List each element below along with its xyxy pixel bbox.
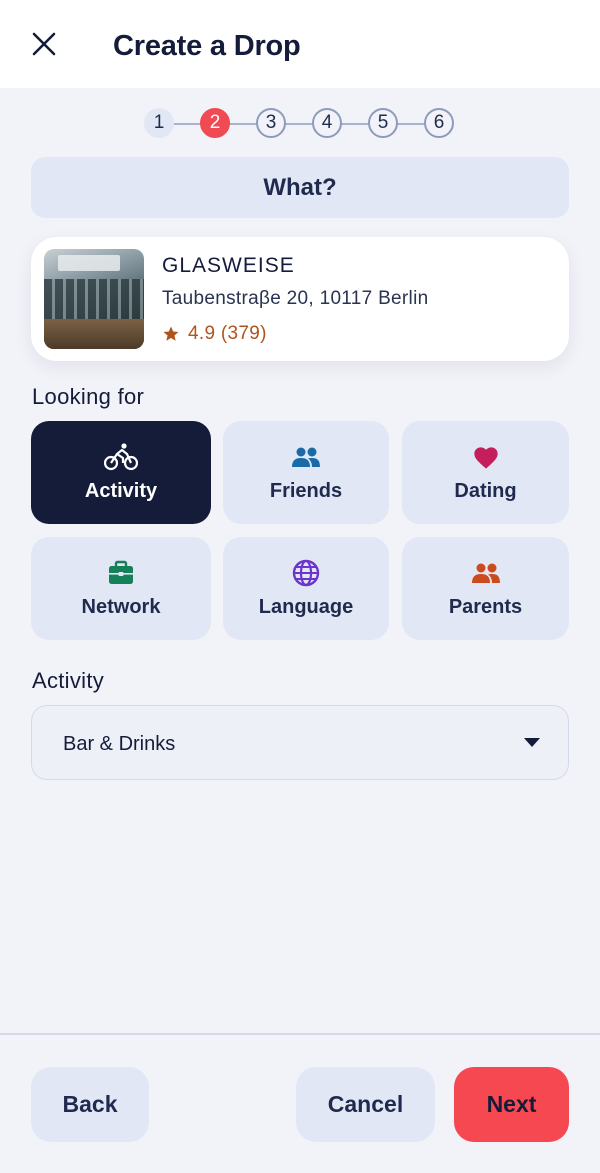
option-friends[interactable]: Friends: [223, 421, 389, 524]
footer-divider: [0, 1033, 600, 1035]
option-parents[interactable]: Parents: [402, 537, 569, 640]
place-card[interactable]: GLASWEISE Taubenstraβe 20, 10117 Berlin …: [31, 237, 569, 361]
section-title: What?: [31, 157, 569, 218]
family-icon: [471, 563, 500, 583]
option-network-label: Network: [81, 596, 161, 618]
star-icon: [163, 326, 179, 341]
step-indicator: 1 2 3 4 5 6: [144, 108, 458, 140]
step-4: 4: [312, 108, 342, 138]
option-dating-label: Dating: [454, 480, 517, 502]
option-friends-label: Friends: [269, 480, 343, 502]
place-address: Taubenstraβe 20, 10117 Berlin: [162, 288, 429, 309]
place-name: GLASWEISE: [162, 254, 295, 277]
bicycle-icon: [104, 443, 138, 471]
close-icon: [32, 32, 56, 56]
rating-value: 4.9 (379): [188, 323, 267, 344]
activity-label: Activity: [32, 668, 105, 693]
briefcase-icon: [109, 560, 133, 584]
step-5: 5: [368, 108, 398, 138]
back-button[interactable]: Back: [31, 1067, 149, 1142]
step-3: 3: [256, 108, 286, 138]
activity-select-value: Bar & Drinks: [63, 733, 176, 755]
option-activity[interactable]: Activity: [31, 421, 211, 524]
looking-for-label: Looking for: [32, 384, 145, 409]
step-2-current: 2: [200, 108, 230, 138]
app-bar: Create a Drop: [0, 0, 600, 88]
step-6: 6: [424, 108, 454, 138]
option-network[interactable]: Network: [31, 537, 211, 640]
place-rating: 4.9 (379): [162, 323, 267, 345]
option-language[interactable]: Language: [223, 537, 389, 640]
page-title: Create a Drop: [113, 30, 301, 62]
option-parents-label: Parents: [448, 596, 523, 618]
cancel-button[interactable]: Cancel: [296, 1067, 435, 1142]
option-language-label: Language: [258, 596, 354, 618]
step-1: 1: [144, 108, 174, 138]
option-dating[interactable]: Dating: [402, 421, 569, 524]
place-photo: [44, 249, 144, 349]
heart-icon: [473, 447, 498, 469]
activity-select[interactable]: Bar & Drinks: [31, 705, 569, 780]
globe-icon: [292, 559, 320, 587]
close-button[interactable]: [26, 26, 62, 62]
dropdown-caret-icon: [524, 738, 540, 747]
people-icon: [292, 447, 320, 467]
option-activity-label: Activity: [84, 480, 158, 502]
next-button[interactable]: Next: [454, 1067, 569, 1142]
